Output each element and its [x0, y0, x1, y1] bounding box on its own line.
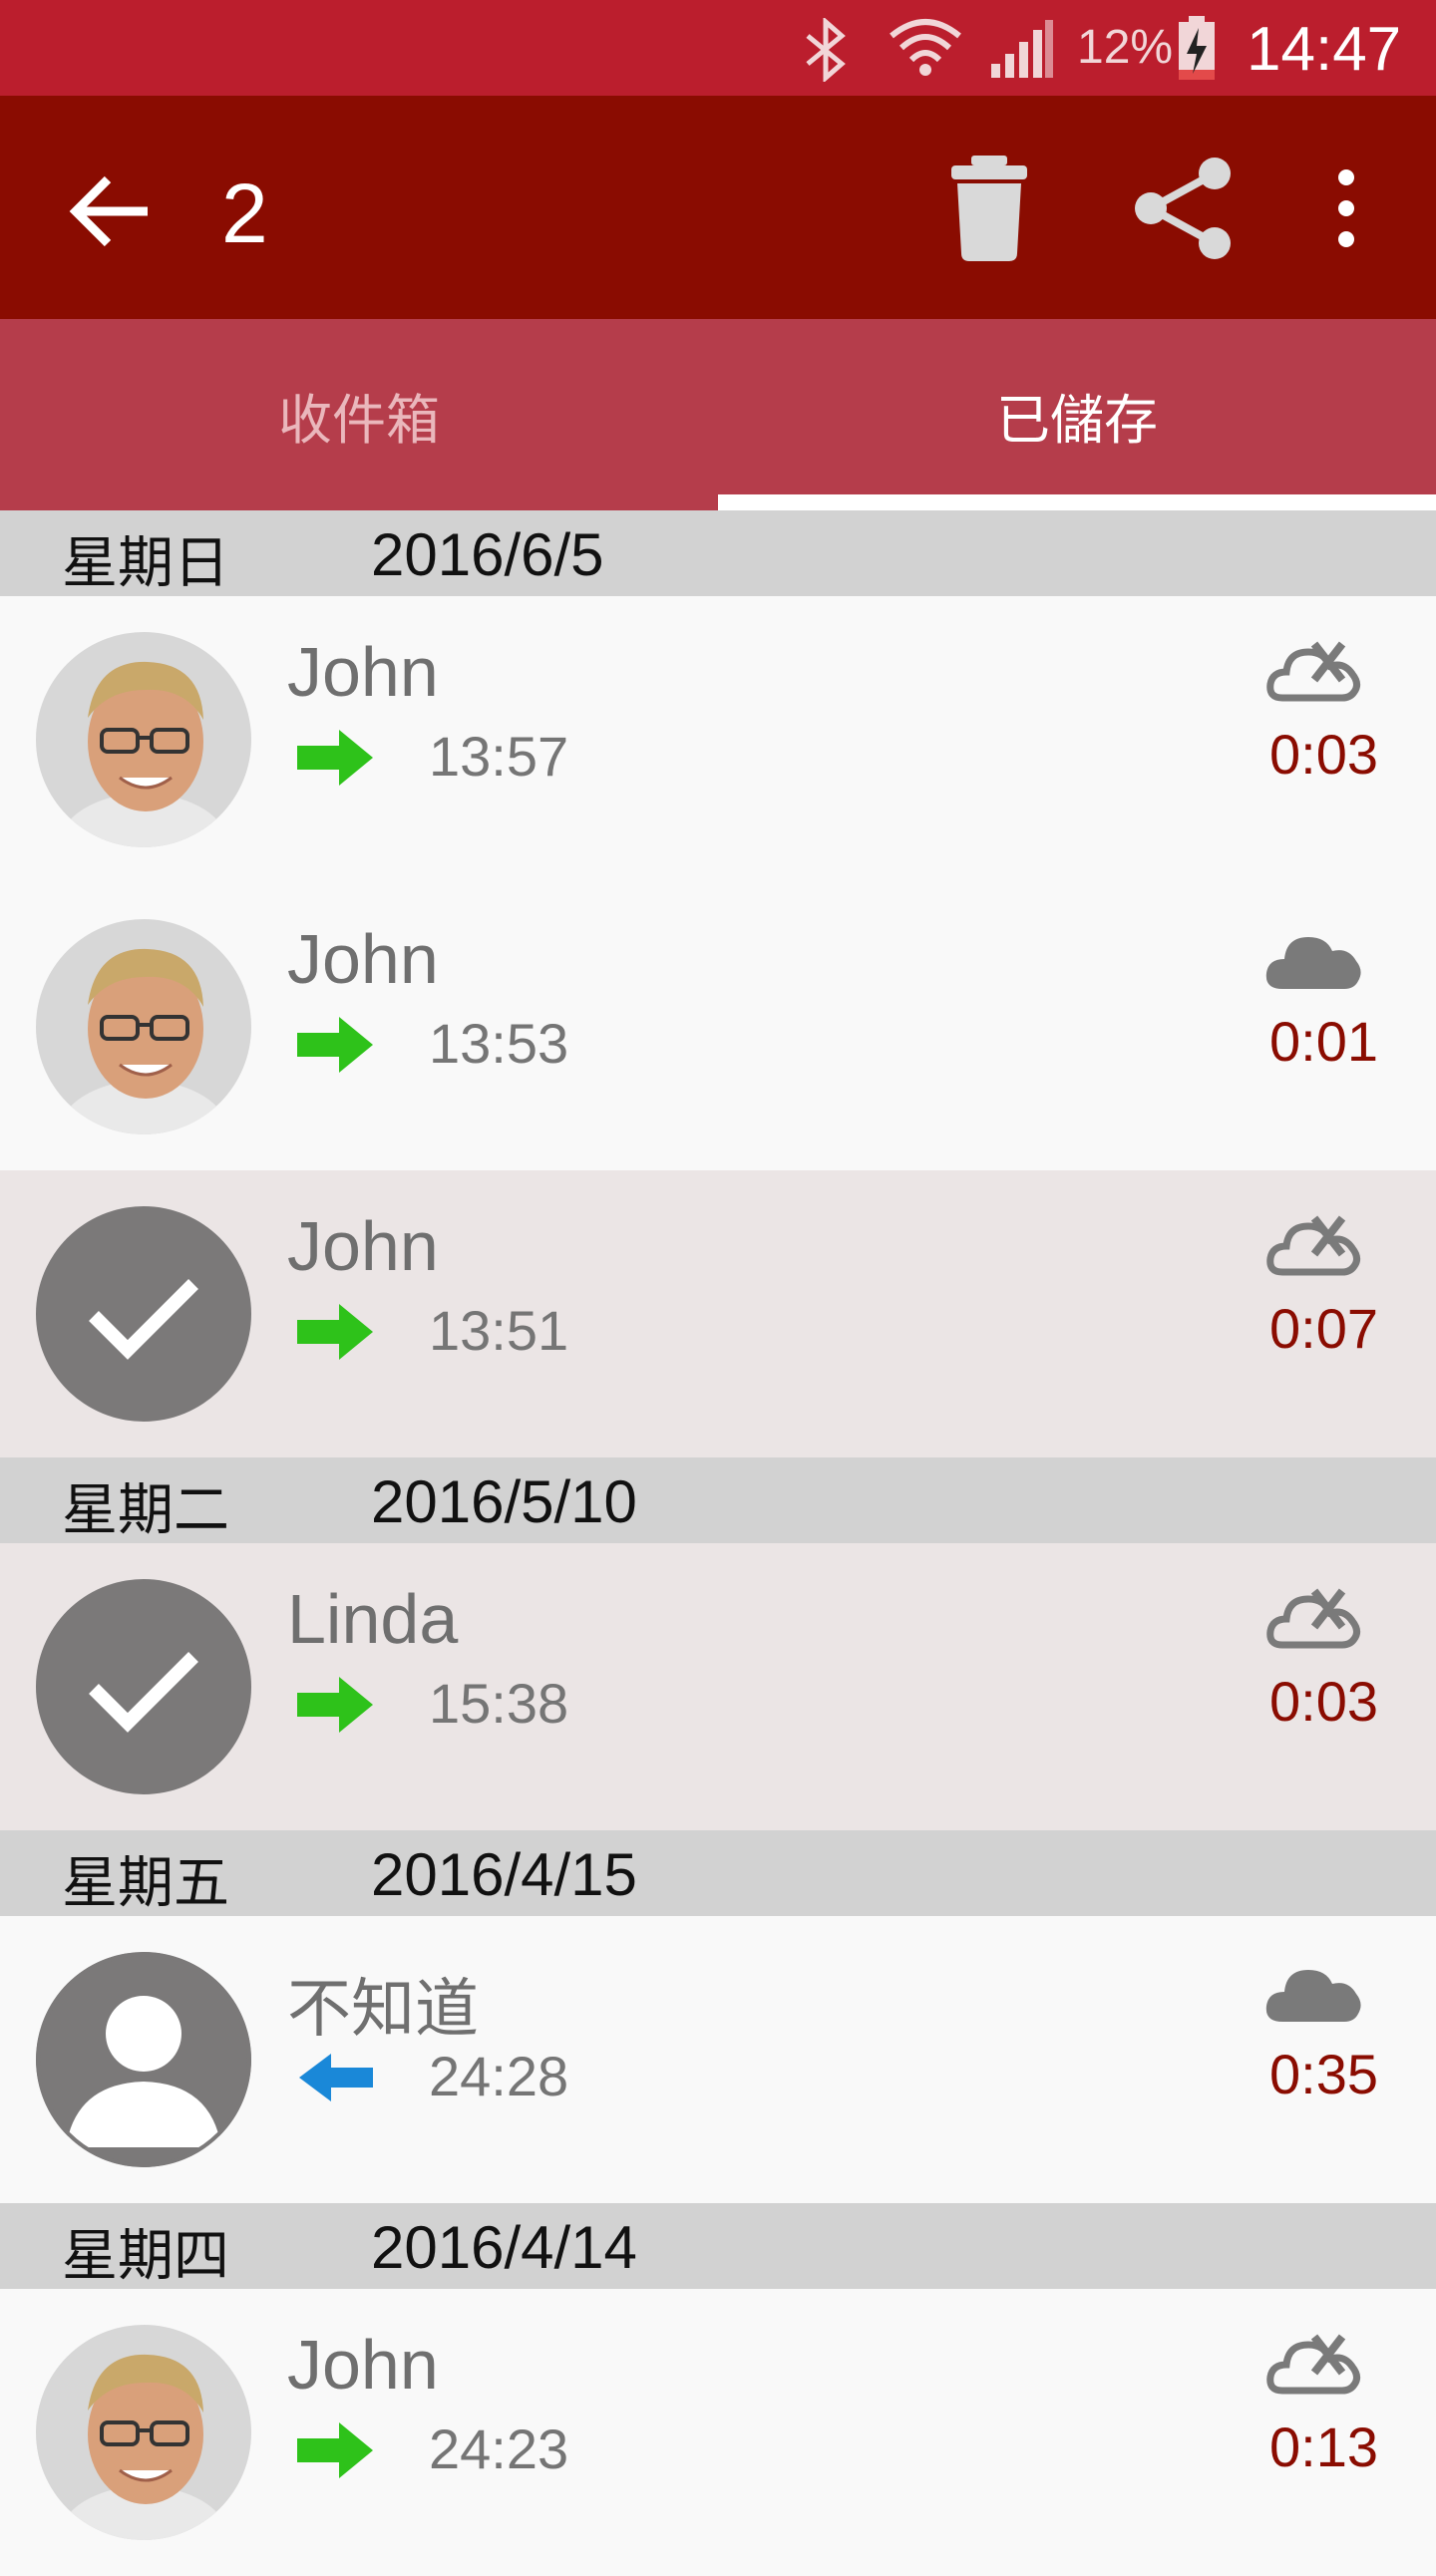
contact-avatar[interactable]: [36, 2325, 251, 2540]
selection-count: 2: [221, 166, 268, 260]
call-row[interactable]: John 24:23 0:13: [0, 2289, 1436, 2576]
outgoing-call-arrow-icon: [295, 1015, 375, 1075]
call-row[interactable]: John 13:51 0:07: [0, 1170, 1436, 1457]
selected-check-icon[interactable]: [36, 1579, 251, 1794]
delete-icon[interactable]: [941, 154, 1037, 263]
call-row[interactable]: John 13:57 0:03: [0, 596, 1436, 883]
call-duration: 0:07: [1269, 1297, 1378, 1360]
date-header: 星期四 2016/4/14: [0, 2203, 1436, 2289]
date-header-date: 2016/6/5: [371, 521, 604, 588]
contact-name: Linda: [287, 1580, 459, 1658]
selected-check-icon[interactable]: [36, 1206, 251, 1422]
cloud-icon[interactable]: [1264, 1956, 1364, 2026]
more-vert-icon[interactable]: [1316, 156, 1376, 261]
outgoing-call-arrow-icon: [295, 2420, 375, 2480]
contact-name: John: [287, 920, 439, 998]
call-duration: 0:13: [1269, 2415, 1378, 2478]
call-row[interactable]: 不知道 24:28 0:35: [0, 1916, 1436, 2203]
date-header-weekday: 星期四: [62, 2224, 229, 2289]
bluetooth-icon: [806, 18, 846, 82]
battery-percent: 12%: [1077, 21, 1174, 74]
call-time: 13:57: [429, 725, 569, 788]
date-header: 星期五 2016/4/15: [0, 1830, 1436, 1916]
date-header-weekday: 星期二: [62, 1478, 229, 1543]
date-header: 星期二 2016/5/10: [0, 1457, 1436, 1543]
date-header: 星期日 2016/6/5: [0, 510, 1436, 596]
call-row[interactable]: John 13:53 0:01: [0, 883, 1436, 1170]
call-row[interactable]: Linda 15:38 0:03: [0, 1543, 1436, 1830]
outgoing-call-arrow-icon: [295, 1675, 375, 1735]
call-duration: 0:03: [1269, 1670, 1378, 1733]
call-time: 13:51: [429, 1299, 569, 1362]
clock: 14:47: [1247, 15, 1402, 84]
back-icon[interactable]: [62, 161, 162, 261]
call-time: 13:53: [429, 1012, 569, 1075]
contact-avatar[interactable]: [36, 632, 251, 847]
date-header-date: 2016/4/14: [371, 2214, 637, 2281]
call-duration: 0:01: [1269, 1010, 1378, 1073]
call-duration: 0:03: [1269, 723, 1378, 786]
date-header-weekday: 星期日: [62, 531, 229, 596]
status-bar: 12% 14:47: [0, 0, 1436, 96]
tab-saved[interactable]: 已儲存: [718, 319, 1436, 510]
tab-inbox[interactable]: 收件箱: [0, 319, 718, 510]
outgoing-call-arrow-icon: [295, 1302, 375, 1362]
date-header-weekday: 星期五: [62, 1851, 229, 1916]
outgoing-call-arrow-icon: [295, 728, 375, 788]
date-header-date: 2016/5/10: [371, 1468, 637, 1535]
app-bar: 2: [0, 96, 1436, 319]
tab-bar: 收件箱 已儲存: [0, 319, 1436, 510]
incoming-call-arrow-icon: [295, 2048, 375, 2107]
signal-icon: [991, 20, 1053, 78]
contact-name: John: [287, 2326, 439, 2404]
battery-charging-icon: [1179, 16, 1215, 80]
contact-avatar[interactable]: [36, 919, 251, 1134]
cloud-off-icon[interactable]: [1264, 636, 1364, 706]
contact-name: John: [287, 633, 439, 711]
cloud-icon[interactable]: [1264, 923, 1364, 993]
tab-indicator: [718, 494, 1436, 510]
share-icon[interactable]: [1129, 156, 1239, 261]
contact-name: John: [287, 1207, 439, 1285]
call-time: 15:38: [429, 1672, 569, 1735]
call-time: 24:28: [429, 2045, 569, 2107]
call-duration: 0:35: [1269, 2043, 1378, 2105]
cloud-off-icon[interactable]: [1264, 2329, 1364, 2399]
contact-name: 不知道: [287, 1973, 479, 2047]
call-time: 24:23: [429, 2417, 569, 2480]
cloud-off-icon[interactable]: [1264, 1210, 1364, 1280]
cloud-off-icon[interactable]: [1264, 1583, 1364, 1653]
contact-placeholder-icon[interactable]: [36, 1952, 251, 2167]
wifi-icon: [890, 19, 961, 76]
call-list[interactable]: 星期日 2016/6/5 John 13:57 0:03 John 13:53: [0, 510, 1436, 2576]
date-header-date: 2016/4/15: [371, 1841, 637, 1908]
